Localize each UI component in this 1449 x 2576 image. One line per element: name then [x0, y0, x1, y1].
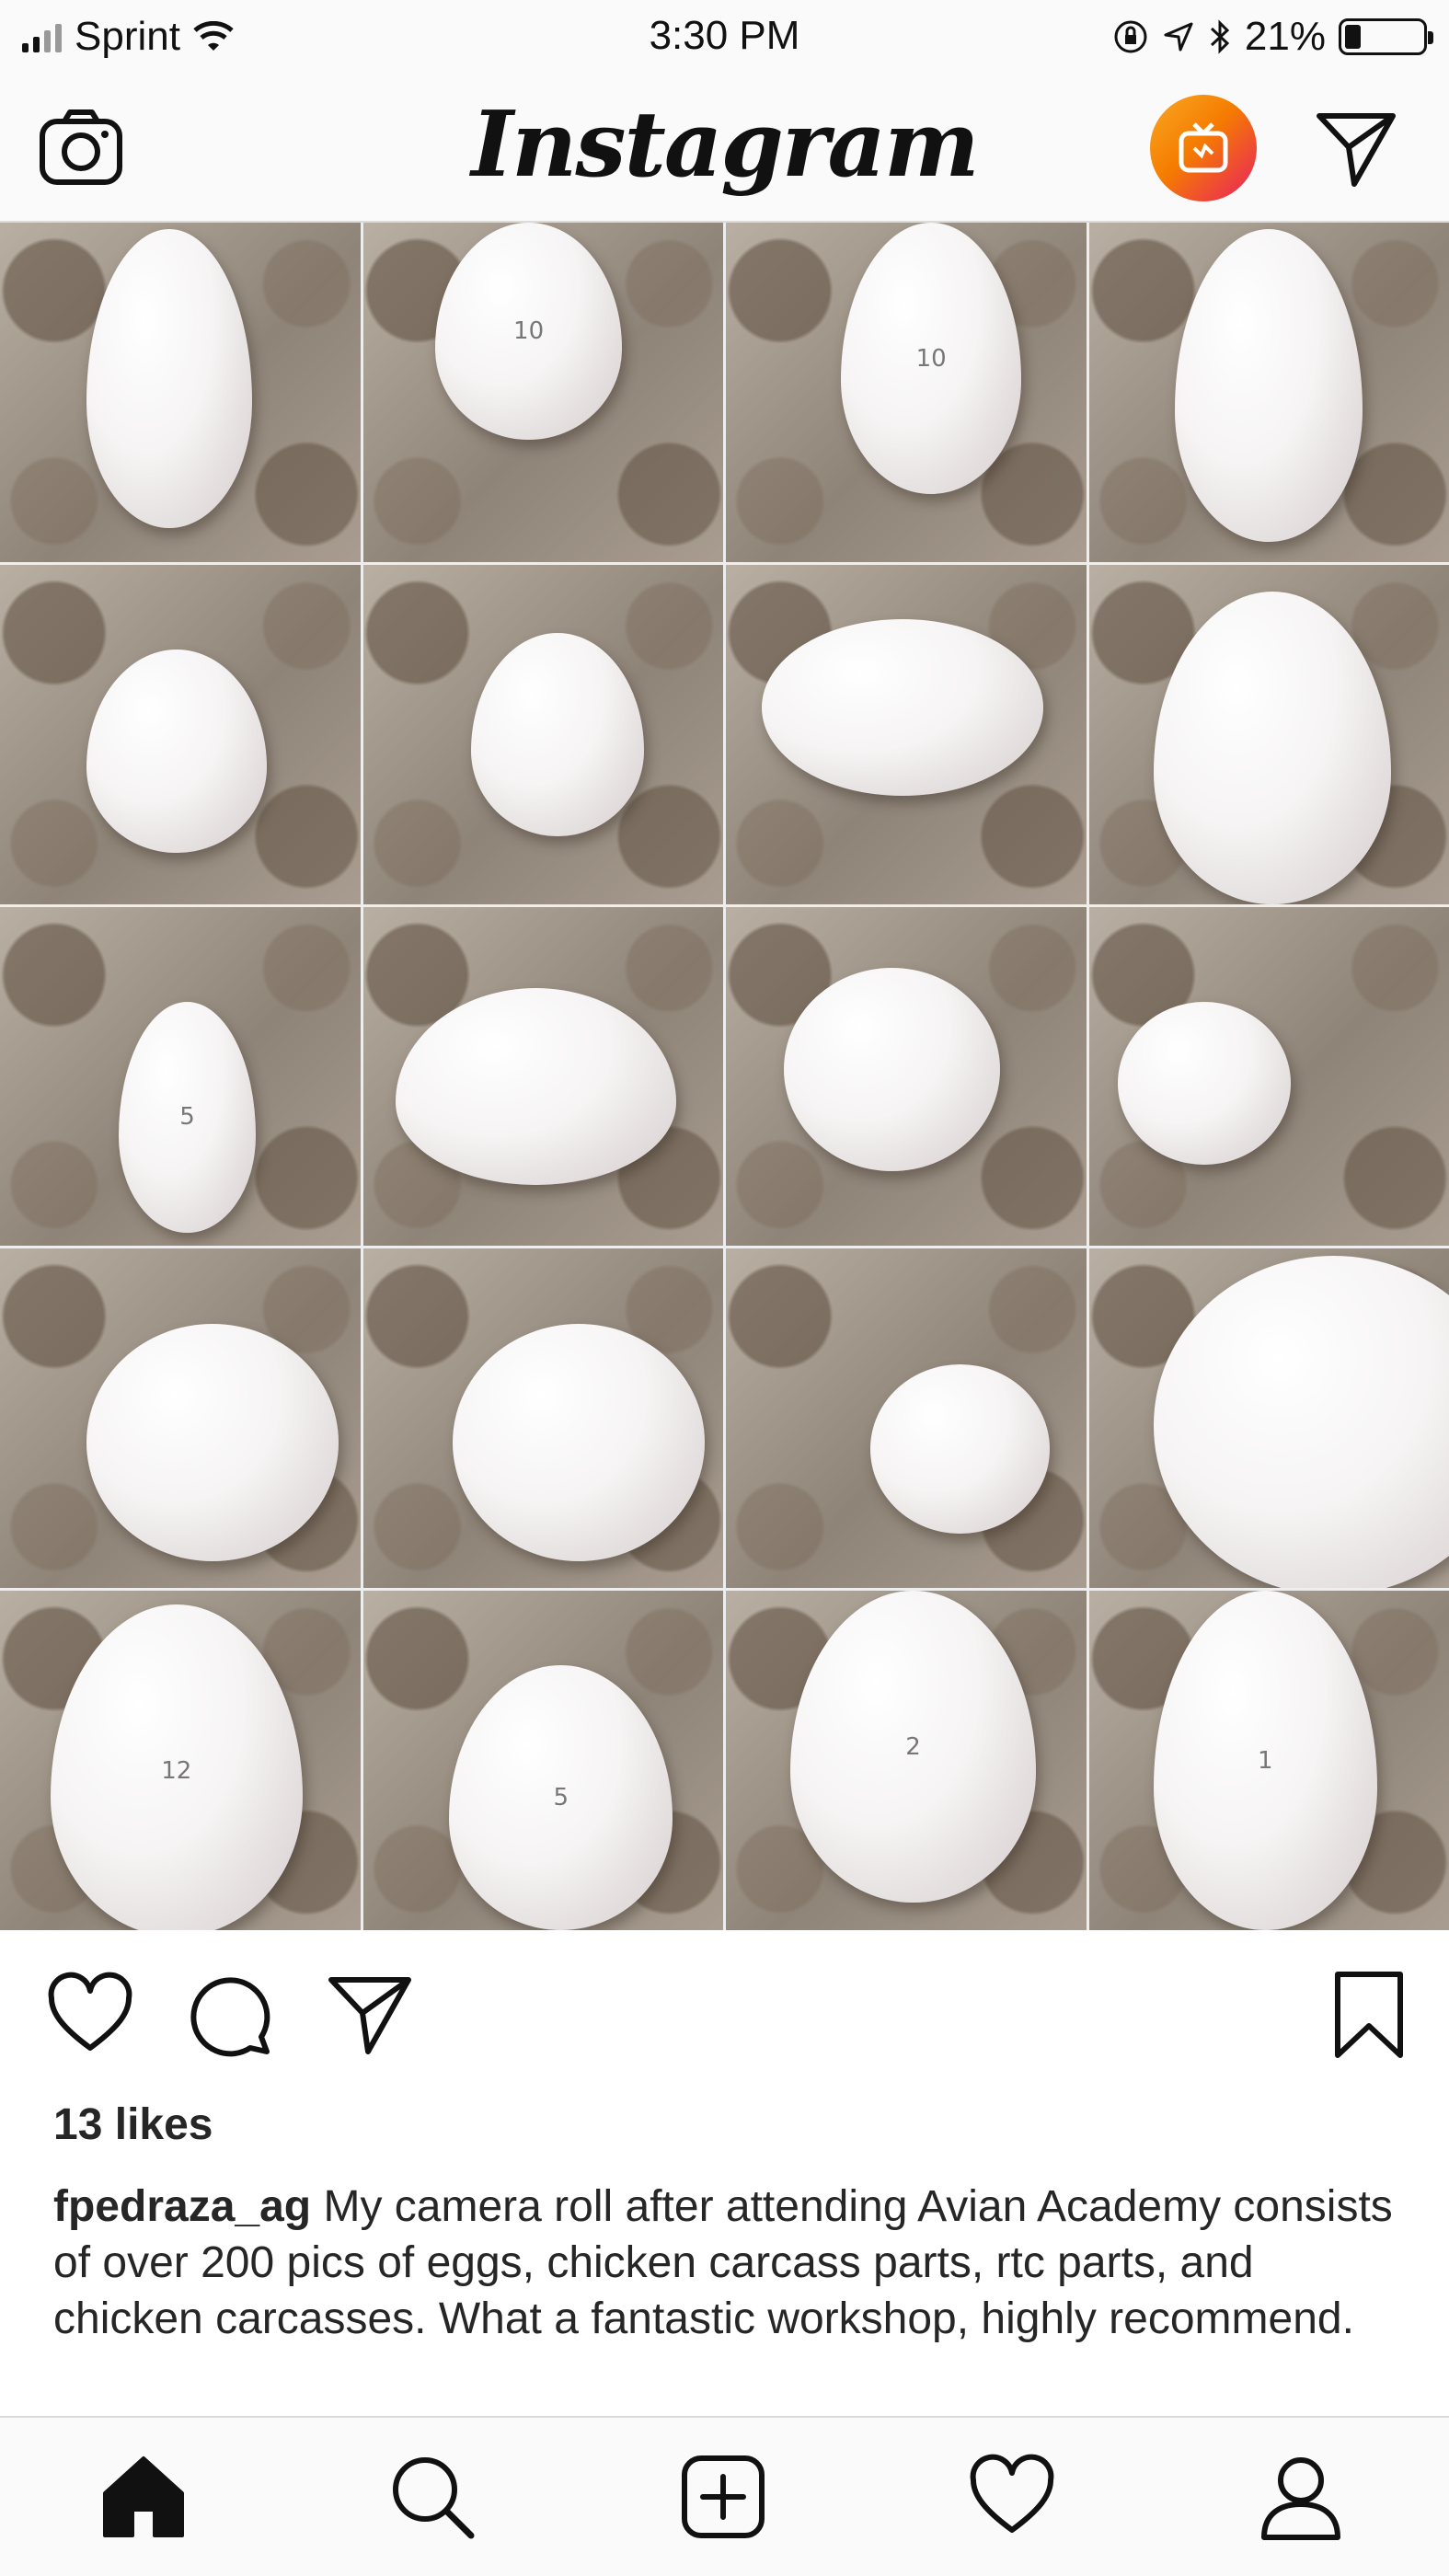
comment-button[interactable] [184, 1969, 276, 2061]
egg-label: 10 [513, 317, 545, 345]
egg-label: 12 [161, 1756, 192, 1785]
post-photo [1088, 564, 1449, 904]
like-button[interactable] [44, 1969, 136, 2061]
egg-image [395, 988, 677, 1185]
app-header: Instagram [0, 74, 1449, 223]
egg-image: 5 [119, 1001, 256, 1233]
post-photo [362, 906, 723, 1247]
signal-icon [22, 21, 62, 52]
egg-image [1117, 1001, 1291, 1165]
status-right: 21% [1112, 14, 1433, 60]
tab-activity[interactable] [966, 2451, 1058, 2543]
post-photo: 5 [362, 1591, 723, 1930]
orientation-lock-icon [1114, 20, 1147, 53]
activity-icon [970, 2454, 1054, 2533]
egg-label: 5 [179, 1103, 195, 1132]
post-photo [0, 1248, 361, 1589]
tab-home[interactable] [98, 2451, 190, 2543]
egg-label: 5 [553, 1784, 569, 1812]
post-photo [362, 1248, 723, 1589]
post-photo [0, 223, 361, 562]
search-icon [393, 2457, 475, 2539]
post-photo: 12 [0, 1591, 361, 1930]
egg-image: 5 [449, 1665, 673, 1930]
post-photo [362, 564, 723, 904]
bluetooth-icon [1210, 19, 1230, 54]
egg-image [86, 229, 253, 528]
wifi-icon [193, 21, 234, 51]
post-photo [1088, 906, 1449, 1247]
igtv-icon [1179, 122, 1228, 173]
post-image-grid[interactable]: 10 10 5 12 5 2 1 [0, 223, 1449, 1930]
egg-image [86, 649, 267, 854]
bookmark-icon [1335, 1972, 1403, 2058]
post-photo: 10 [362, 223, 723, 562]
egg-image [783, 967, 1000, 1172]
post-action-bar [0, 1930, 1449, 2091]
egg-image: 10 [841, 223, 1022, 495]
post-photo [726, 906, 1087, 1247]
egg-image [869, 1363, 1051, 1535]
post-photo [1088, 1248, 1449, 1589]
heart-icon [48, 1972, 132, 2051]
status-bar: Sprint 3:30 PM 21% [0, 0, 1449, 74]
carrier-name: Sprint [75, 14, 180, 59]
egg-image [470, 632, 644, 836]
direct-message-button[interactable] [1314, 107, 1398, 191]
tab-new-post[interactable] [677, 2451, 769, 2543]
post-photo: 2 [726, 1591, 1087, 1930]
caption-username[interactable]: fpedraza_ag [53, 2182, 311, 2231]
post-photo [0, 564, 361, 904]
comment-icon [190, 1977, 270, 2057]
egg-image: 1 [1153, 1591, 1377, 1930]
egg-image [1153, 1255, 1449, 1589]
post-photo: 1 [1088, 1591, 1449, 1930]
battery-percent: 21% [1244, 14, 1326, 59]
post-photo [726, 564, 1087, 904]
egg-label: 1 [1258, 1746, 1273, 1775]
egg-image: 10 [434, 223, 623, 441]
battery-icon [1339, 18, 1433, 55]
post-photo: 10 [726, 223, 1087, 562]
direct-message-icon [1317, 113, 1396, 187]
bookmark-button[interactable] [1323, 1969, 1415, 2061]
egg-image [762, 618, 1043, 796]
post-caption: fpedraza_ag My camera roll after attendi… [53, 2179, 1406, 2347]
egg-image: 2 [790, 1591, 1036, 1903]
location-icon [1164, 22, 1193, 52]
profile-icon [1261, 2457, 1340, 2540]
egg-image: 12 [50, 1604, 303, 1930]
bottom-tab-bar [0, 2416, 1449, 2576]
share-button[interactable] [324, 1969, 416, 2061]
post-photo [1088, 223, 1449, 562]
post-photo: 5 [0, 906, 361, 1247]
share-icon [328, 1977, 411, 2054]
tab-search[interactable] [386, 2451, 478, 2543]
egg-image [86, 1323, 339, 1561]
tab-profile[interactable] [1255, 2451, 1347, 2543]
home-icon [103, 2456, 184, 2537]
egg-label: 10 [915, 344, 947, 373]
egg-image [453, 1323, 706, 1561]
egg-label: 2 [905, 1732, 921, 1761]
egg-image [1153, 592, 1392, 904]
new-post-icon [682, 2455, 765, 2538]
status-left: Sprint [22, 14, 234, 60]
post-photo [726, 1248, 1087, 1589]
likes-count[interactable]: 13 likes [53, 2099, 213, 2150]
egg-image [1175, 229, 1363, 542]
igtv-button[interactable] [1150, 95, 1257, 201]
